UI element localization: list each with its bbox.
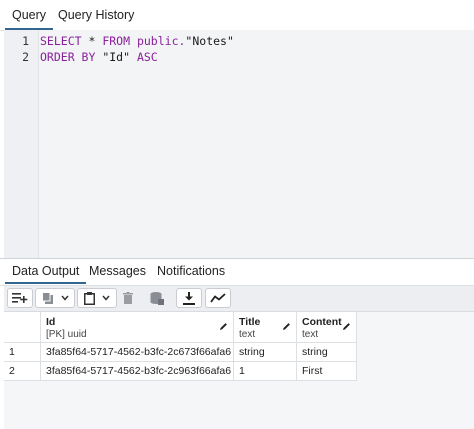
paste-icon xyxy=(84,291,95,305)
keyword-order-by: ORDER BY xyxy=(40,50,96,64)
tab-query[interactable]: Query xyxy=(5,0,54,30)
table-cell[interactable]: 3fa85f64-5717-4562-b3fc-2c673f66afa6 xyxy=(41,343,234,362)
graph-visualiser-button[interactable] xyxy=(205,288,231,308)
keyword-asc: ASC xyxy=(136,50,158,64)
column-name: Id xyxy=(46,316,56,328)
line-number-gutter: 1 2 xyxy=(4,30,39,258)
chevron-down-icon[interactable] xyxy=(60,295,69,301)
line-number: 1 xyxy=(22,34,29,48)
table-cell[interactable]: 3fa85f64-5717-4562-b3fc-2c963f66afa6 xyxy=(41,362,234,381)
copy-icon xyxy=(41,291,53,304)
result-tab-bar: Data Output Messages Notifications xyxy=(0,259,474,286)
column-type: text xyxy=(239,329,256,340)
paste-button[interactable] xyxy=(77,288,117,308)
table-cell[interactable]: string xyxy=(234,343,297,362)
add-row-icon xyxy=(12,293,28,303)
tab-data-output[interactable]: Data Output xyxy=(5,259,87,284)
column-name: Title xyxy=(239,316,261,328)
chevron-down-icon[interactable] xyxy=(102,295,110,301)
save-data-icon xyxy=(150,291,164,305)
code-table-name: "Notes" xyxy=(185,34,234,48)
line-number: 2 xyxy=(22,50,29,64)
download-icon xyxy=(183,291,195,305)
column-name: Content xyxy=(302,316,342,328)
pencil-icon xyxy=(343,323,350,330)
keyword-from: FROM xyxy=(102,34,131,48)
code-star: * xyxy=(81,34,103,48)
tab-query-history[interactable]: Query History xyxy=(51,0,141,29)
tab-notifications[interactable]: Notifications xyxy=(150,259,232,284)
save-data-button[interactable] xyxy=(146,288,168,308)
sql-editor[interactable]: 1 2 SELECT * FROM public."Notes" ORDER B… xyxy=(4,30,474,258)
delete-icon xyxy=(123,292,133,304)
keyword-select: SELECT xyxy=(40,34,82,48)
table-cell[interactable]: First xyxy=(297,362,357,381)
copy-button[interactable] xyxy=(35,288,75,308)
query-tab-bar: Query Query History xyxy=(0,0,474,31)
column-type: [PK] uuid xyxy=(46,329,87,340)
delete-button[interactable] xyxy=(119,288,137,308)
download-button[interactable] xyxy=(176,288,202,308)
data-output-toolbar xyxy=(4,286,474,312)
code-schema: public. xyxy=(130,34,186,48)
table-cell[interactable]: 1 xyxy=(234,362,297,381)
data-grid: Id [PK] uuid Title text Content text 1 3… xyxy=(4,312,474,429)
code-line-1: SELECT * FROM public."Notes" xyxy=(40,34,234,48)
add-row-button[interactable] xyxy=(7,288,33,308)
tab-messages[interactable]: Messages xyxy=(82,259,153,284)
code-column: "Id" xyxy=(95,50,137,64)
line-chart-icon xyxy=(210,293,226,303)
table-cell[interactable]: string xyxy=(297,343,357,362)
column-type: text xyxy=(302,329,319,340)
pencil-icon xyxy=(220,323,227,330)
row-number[interactable]: 2 xyxy=(4,362,41,381)
grid-corner xyxy=(4,312,41,343)
row-number[interactable]: 1 xyxy=(4,343,41,362)
pencil-icon xyxy=(283,323,290,330)
code-line-2: ORDER BY "Id" ASC xyxy=(40,50,158,64)
column-header-content[interactable]: Content text xyxy=(297,312,357,343)
column-header-title[interactable]: Title text xyxy=(234,312,297,343)
column-header-id[interactable]: Id [PK] uuid xyxy=(41,312,234,343)
